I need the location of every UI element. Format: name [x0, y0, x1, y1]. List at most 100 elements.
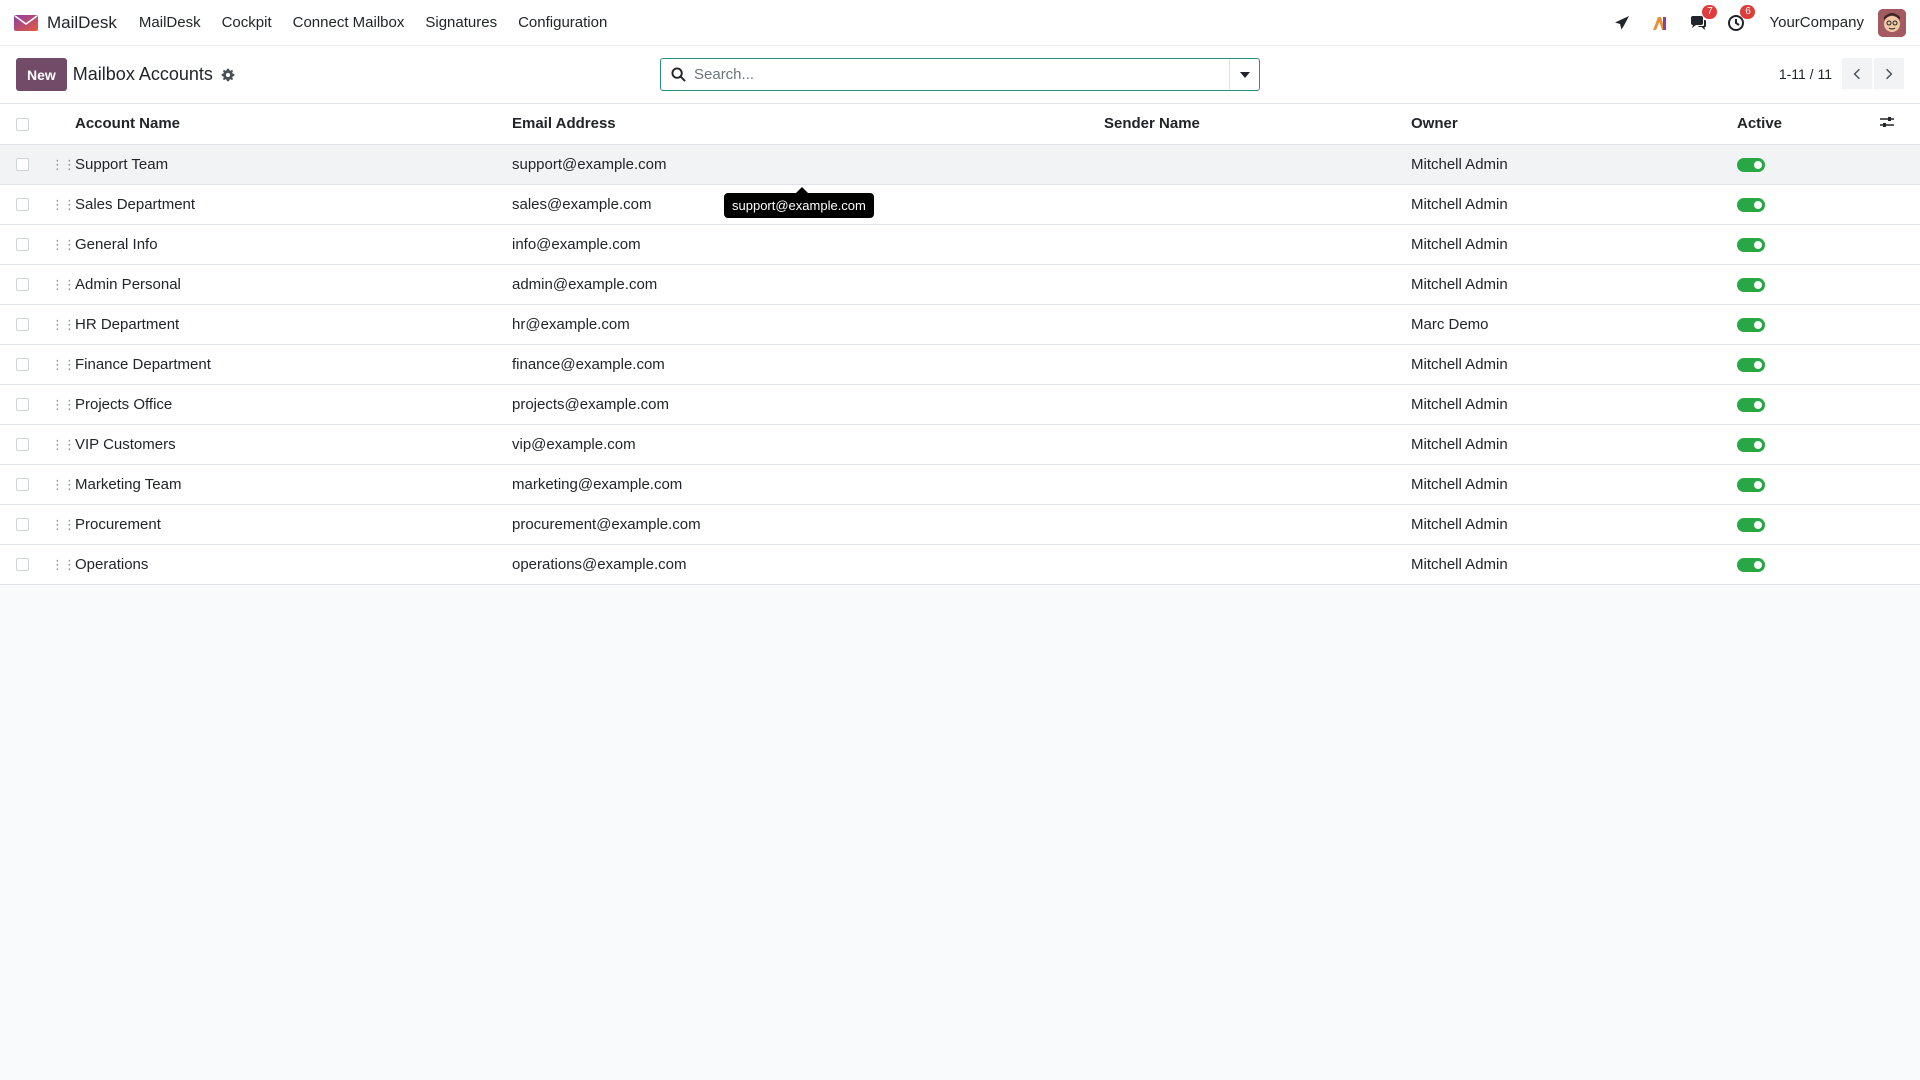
- drag-handle-icon[interactable]: ⋮⋮: [51, 197, 76, 212]
- owner-cell[interactable]: Mitchell Admin: [1411, 344, 1737, 385]
- drag-handle-icon[interactable]: ⋮⋮: [51, 477, 76, 492]
- owner-cell[interactable]: Mitchell Admin: [1411, 264, 1737, 305]
- active-toggle[interactable]: [1737, 397, 1765, 412]
- column-header-sender-name[interactable]: Sender Name: [1104, 104, 1411, 145]
- column-header-account-name[interactable]: Account Name: [75, 104, 512, 145]
- owner-cell[interactable]: Mitchell Admin: [1411, 464, 1737, 505]
- owner-cell[interactable]: Marc Demo: [1411, 304, 1737, 345]
- column-header-active[interactable]: Active: [1737, 104, 1880, 145]
- account-name-cell[interactable]: HR Department: [75, 304, 512, 345]
- active-toggle[interactable]: [1737, 157, 1765, 172]
- menu-maildesk[interactable]: MailDesk: [139, 14, 201, 31]
- sender-name-cell[interactable]: [1104, 144, 1411, 185]
- active-toggle[interactable]: [1737, 477, 1765, 492]
- menu-signatures[interactable]: Signatures: [425, 14, 497, 31]
- menu-cockpit[interactable]: Cockpit: [222, 14, 272, 31]
- menu-connect-mailbox[interactable]: Connect Mailbox: [293, 14, 405, 31]
- drag-handle-icon[interactable]: ⋮⋮: [51, 277, 76, 292]
- sender-name-cell[interactable]: [1104, 224, 1411, 265]
- sender-name-cell[interactable]: [1104, 304, 1411, 345]
- pager-next-button[interactable]: [1874, 58, 1904, 89]
- active-toggle[interactable]: [1737, 197, 1765, 212]
- owner-cell[interactable]: Mitchell Admin: [1411, 184, 1737, 225]
- row-checkbox[interactable]: [16, 198, 29, 212]
- column-header-owner[interactable]: Owner: [1411, 104, 1737, 145]
- account-name-cell[interactable]: Finance Department: [75, 344, 512, 385]
- row-checkbox[interactable]: [16, 518, 29, 532]
- table-row[interactable]: ⋮⋮ Operations operations@example.com Mit…: [0, 544, 1920, 585]
- company-switcher[interactable]: YourCompany: [1769, 14, 1864, 31]
- gear-icon[interactable]: [221, 68, 235, 82]
- account-name-cell[interactable]: Marketing Team: [75, 464, 512, 505]
- table-row[interactable]: ⋮⋮ Procurement procurement@example.com M…: [0, 504, 1920, 545]
- email-cell[interactable]: hr@example.com: [512, 304, 1104, 345]
- app-brand[interactable]: MailDesk: [14, 13, 117, 33]
- owner-cell[interactable]: Mitchell Admin: [1411, 224, 1737, 265]
- drag-handle-icon[interactable]: ⋮⋮: [51, 157, 76, 172]
- drag-handle-icon[interactable]: ⋮⋮: [51, 237, 76, 252]
- search-options-toggle[interactable]: [1229, 59, 1259, 90]
- account-name-cell[interactable]: Admin Personal: [75, 264, 512, 305]
- sliders-icon[interactable]: [1880, 115, 1894, 129]
- drag-handle-icon[interactable]: ⋮⋮: [51, 397, 76, 412]
- active-toggle[interactable]: [1737, 277, 1765, 292]
- active-toggle[interactable]: [1737, 437, 1765, 452]
- active-toggle[interactable]: [1737, 237, 1765, 252]
- owner-cell[interactable]: Mitchell Admin: [1411, 384, 1737, 425]
- sender-name-cell[interactable]: [1104, 464, 1411, 505]
- account-name-cell[interactable]: General Info: [75, 224, 512, 265]
- email-cell[interactable]: vip@example.com: [512, 424, 1104, 465]
- sender-name-cell[interactable]: [1104, 384, 1411, 425]
- account-name-cell[interactable]: Support Team: [75, 144, 512, 185]
- email-cell[interactable]: support@example.com: [512, 144, 1104, 185]
- row-checkbox[interactable]: [16, 278, 29, 292]
- sender-name-cell[interactable]: [1104, 424, 1411, 465]
- table-row[interactable]: ⋮⋮ Support Team support@example.com Mitc…: [0, 144, 1920, 185]
- new-button[interactable]: New: [16, 58, 67, 91]
- active-toggle[interactable]: [1737, 357, 1765, 372]
- drag-handle-icon[interactable]: ⋮⋮: [51, 437, 76, 452]
- owner-cell[interactable]: Mitchell Admin: [1411, 424, 1737, 465]
- account-name-cell[interactable]: Operations: [75, 544, 512, 585]
- active-toggle[interactable]: [1737, 317, 1765, 332]
- owner-cell[interactable]: Mitchell Admin: [1411, 144, 1737, 185]
- row-checkbox[interactable]: [16, 398, 29, 412]
- account-name-cell[interactable]: Projects Office: [75, 384, 512, 425]
- row-checkbox[interactable]: [16, 358, 29, 372]
- drag-handle-icon[interactable]: ⋮⋮: [51, 357, 76, 372]
- owner-cell[interactable]: Mitchell Admin: [1411, 544, 1737, 585]
- table-row[interactable]: ⋮⋮ HR Department hr@example.com Marc Dem…: [0, 304, 1920, 345]
- account-name-cell[interactable]: Sales Department: [75, 184, 512, 225]
- table-row[interactable]: ⋮⋮ Sales Department sales@example.com Mi…: [0, 184, 1920, 225]
- messages-systray[interactable]: 7: [1689, 4, 1718, 32]
- sender-name-cell[interactable]: [1104, 184, 1411, 225]
- table-row[interactable]: ⋮⋮ Marketing Team marketing@example.com …: [0, 464, 1920, 505]
- column-header-email[interactable]: Email Address: [512, 104, 1104, 145]
- active-toggle[interactable]: [1737, 557, 1765, 572]
- table-row[interactable]: ⋮⋮ Admin Personal admin@example.com Mitc…: [0, 264, 1920, 305]
- pager-value[interactable]: 1-11 / 11: [1779, 66, 1832, 82]
- email-cell[interactable]: admin@example.com: [512, 264, 1104, 305]
- row-checkbox[interactable]: [16, 238, 29, 252]
- active-toggle[interactable]: [1737, 517, 1765, 532]
- email-cell[interactable]: procurement@example.com: [512, 504, 1104, 545]
- table-row[interactable]: ⋮⋮ General Info info@example.com Mitchel…: [0, 224, 1920, 265]
- menu-configuration[interactable]: Configuration: [518, 14, 607, 31]
- sender-name-cell[interactable]: [1104, 344, 1411, 385]
- email-cell[interactable]: finance@example.com: [512, 344, 1104, 385]
- drag-handle-icon[interactable]: ⋮⋮: [51, 517, 76, 532]
- email-cell[interactable]: marketing@example.com: [512, 464, 1104, 505]
- table-row[interactable]: ⋮⋮ VIP Customers vip@example.com Mitchel…: [0, 424, 1920, 465]
- drag-handle-icon[interactable]: ⋮⋮: [51, 557, 76, 572]
- account-name-cell[interactable]: VIP Customers: [75, 424, 512, 465]
- activities-systray[interactable]: 6: [1727, 4, 1756, 32]
- sender-name-cell[interactable]: [1104, 504, 1411, 545]
- send-systray[interactable]: [1613, 14, 1631, 32]
- row-checkbox[interactable]: [16, 558, 29, 572]
- pager-previous-button[interactable]: [1842, 58, 1872, 89]
- row-checkbox[interactable]: [16, 158, 29, 172]
- email-cell[interactable]: operations@example.com: [512, 544, 1104, 585]
- owner-cell[interactable]: Mitchell Admin: [1411, 504, 1737, 545]
- row-checkbox[interactable]: [16, 318, 29, 332]
- sender-name-cell[interactable]: [1104, 264, 1411, 305]
